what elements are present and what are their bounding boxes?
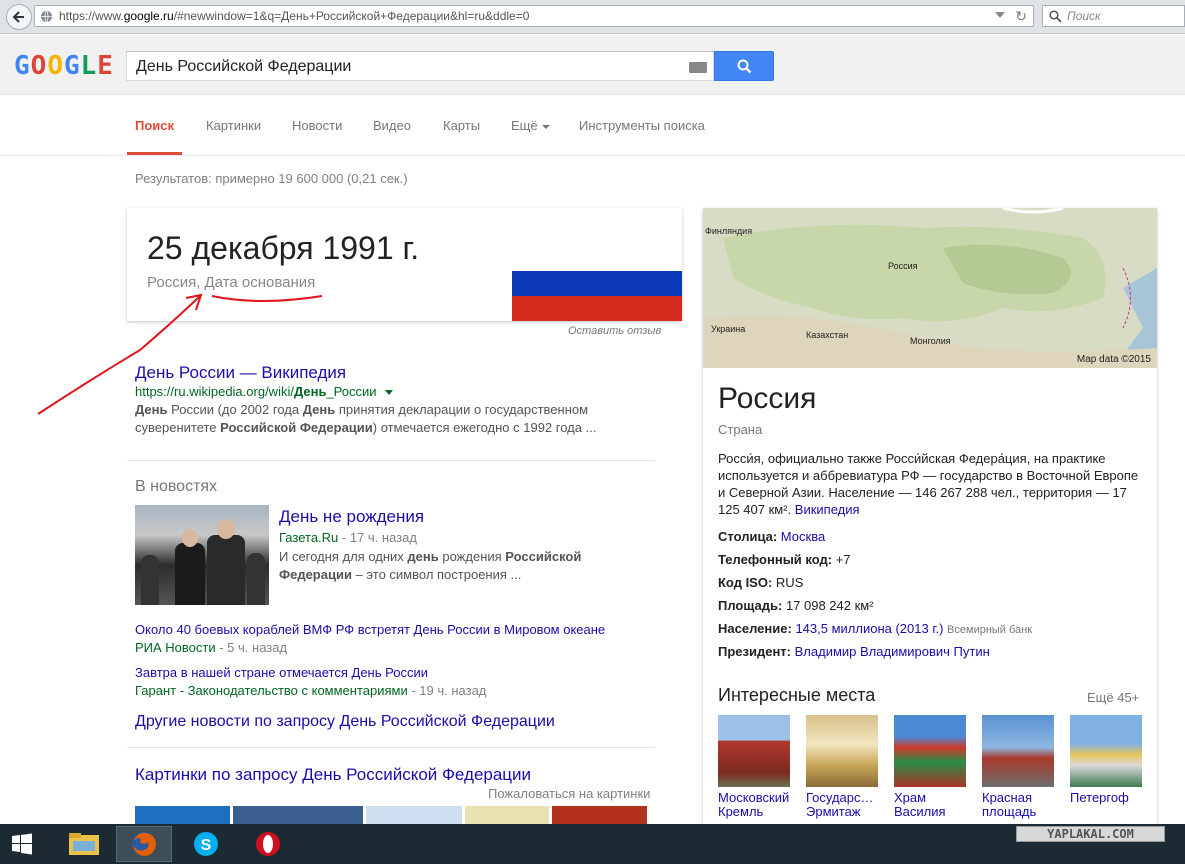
opera-icon bbox=[256, 832, 280, 856]
url-dropdown-icon[interactable] bbox=[995, 12, 1005, 18]
report-images-link[interactable]: Пожаловаться на картинки bbox=[488, 786, 650, 801]
place-card[interactable]: Петергоф bbox=[1070, 715, 1142, 805]
skype-icon: S bbox=[194, 832, 218, 856]
tab-more[interactable]: Ещё bbox=[511, 118, 550, 133]
image-thumbnail[interactable] bbox=[465, 806, 549, 824]
tab-search-tools[interactable]: Инструменты поиска bbox=[579, 118, 705, 133]
image-thumbnail[interactable] bbox=[366, 806, 462, 824]
search-button[interactable] bbox=[714, 51, 774, 81]
fact-row: Телефонный код: +7 bbox=[718, 552, 851, 567]
fact-row: Население: 143,5 миллиона (2013 г.) Всем… bbox=[718, 621, 1033, 636]
firefox-icon bbox=[132, 832, 156, 856]
search-placeholder: Поиск bbox=[1067, 9, 1101, 23]
divider bbox=[127, 747, 655, 748]
url-text: https://www.google.ru/#newwindow=1&q=Ден… bbox=[59, 9, 530, 23]
answer-card: 25 декабря 1991 г. Россия, Дата основани… bbox=[127, 208, 682, 321]
image-thumbnail[interactable] bbox=[135, 806, 230, 824]
russia-flag-image bbox=[512, 246, 682, 321]
watermark: YAPLAKAL.COM bbox=[1016, 826, 1165, 842]
globe-icon bbox=[41, 10, 52, 23]
back-button[interactable] bbox=[6, 4, 32, 30]
keyboard-icon[interactable] bbox=[689, 62, 707, 73]
place-card[interactable]: Храм Василия bbox=[894, 715, 966, 819]
folder-icon bbox=[69, 833, 99, 855]
place-card[interactable]: Государс… Эрмитаж bbox=[806, 715, 878, 819]
news-item-source: Гарант - Законодательство с комментариям… bbox=[135, 683, 487, 698]
magnifier-icon bbox=[1049, 10, 1062, 23]
result-title[interactable]: День России — Википедия bbox=[135, 363, 346, 383]
tab-news[interactable]: Новости bbox=[292, 118, 342, 133]
fact-row: Президент: Владимир Владимирович Путин bbox=[718, 644, 990, 659]
address-bar[interactable]: https://www.google.ru/#newwindow=1&q=Ден… bbox=[34, 5, 1034, 27]
map-attribution: Map data ©2015 bbox=[1076, 354, 1151, 365]
image-thumbnail[interactable] bbox=[233, 806, 363, 824]
result-stats: Результатов: примерно 19 600 000 (0,21 с… bbox=[135, 171, 408, 186]
fact-link[interactable]: Москва bbox=[781, 529, 825, 544]
more-news-link[interactable]: Другие новости по запросу День Российско… bbox=[135, 713, 555, 731]
result-snippet: День России (до 2002 года День принятия … bbox=[135, 402, 597, 435]
feedback-link[interactable]: Оставить отзыв bbox=[568, 325, 661, 337]
fact-row: Код ISO: RUS bbox=[718, 575, 804, 590]
taskbar-skype[interactable]: S bbox=[178, 826, 234, 862]
tab-more-label: Ещё bbox=[511, 118, 538, 133]
fact-row: Площадь: 17 098 242 км² bbox=[718, 598, 874, 613]
place-card[interactable]: Красная площадь bbox=[982, 715, 1054, 819]
entity-description: Росси́я, официально также Росси́йская Фе… bbox=[718, 451, 1139, 517]
taskbar-opera[interactable] bbox=[240, 826, 296, 862]
result-url: https://ru.wikipedia.org/wiki/День_Росси… bbox=[135, 384, 394, 399]
news-thumbnail[interactable] bbox=[135, 505, 269, 605]
map-image[interactable]: Финляндия Россия Украина Казахстан Монго… bbox=[703, 208, 1157, 368]
search-input[interactable]: День Российской Федерации bbox=[126, 51, 714, 81]
interesting-places-heading: Интересные места bbox=[718, 685, 876, 705]
entity-title: Россия bbox=[718, 382, 817, 415]
wikipedia-link[interactable]: Википедия bbox=[795, 502, 860, 517]
windows-icon bbox=[12, 833, 32, 855]
knowledge-panel: Финляндия Россия Украина Казахстан Монго… bbox=[703, 208, 1157, 828]
google-logo[interactable]: GOOGLE bbox=[14, 53, 114, 79]
windows-start-button[interactable] bbox=[0, 826, 44, 862]
tab-video[interactable]: Видео bbox=[373, 118, 411, 133]
answer-value: 25 декабря 1991 г. bbox=[147, 230, 420, 266]
reload-icon[interactable]: ↻ bbox=[1015, 8, 1027, 25]
taskbar-explorer[interactable] bbox=[56, 826, 112, 862]
news-top-title[interactable]: День не рождения bbox=[279, 507, 424, 527]
map-label: Казахстан bbox=[806, 330, 849, 340]
entity-type: Страна bbox=[718, 422, 763, 437]
fact-link[interactable]: Владимир Владимирович Путин bbox=[795, 644, 990, 659]
google-header: GOOGLE День Российской Федерации bbox=[0, 35, 1185, 95]
map-label: Финляндия bbox=[705, 226, 753, 236]
news-top-source: Газета.Ru - 17 ч. назад bbox=[279, 530, 417, 545]
map-label: Монголия bbox=[910, 336, 951, 346]
image-thumbnail[interactable] bbox=[552, 806, 647, 824]
news-item-title[interactable]: Около 40 боевых кораблей ВМФ РФ встретят… bbox=[135, 622, 605, 637]
news-heading: В новостях bbox=[135, 478, 218, 495]
taskbar: S bbox=[0, 824, 1185, 864]
news-item-title[interactable]: Завтра в нашей стране отмечается День Ро… bbox=[135, 665, 428, 680]
images-title[interactable]: Картинки по запросу День Российской Феде… bbox=[135, 765, 531, 785]
divider bbox=[127, 460, 655, 461]
map-label: Россия bbox=[888, 261, 918, 271]
search-icon bbox=[737, 59, 751, 73]
search-tabs: Поиск Картинки Новости Видео Карты Ещё И… bbox=[0, 96, 1185, 156]
tab-maps[interactable]: Карты bbox=[443, 118, 480, 133]
more-places-link[interactable]: Ещё 45+ bbox=[1087, 690, 1139, 705]
tab-search[interactable]: Поиск bbox=[135, 118, 174, 133]
url-menu-icon[interactable] bbox=[385, 390, 394, 396]
fact-row: Столица: Москва bbox=[718, 529, 826, 544]
place-card[interactable]: Московский Кремль bbox=[718, 715, 790, 819]
svg-text:S: S bbox=[201, 837, 212, 854]
map-label: Украина bbox=[711, 324, 746, 334]
caret-down-icon bbox=[541, 124, 550, 129]
tab-images[interactable]: Картинки bbox=[206, 118, 261, 133]
answer-subject[interactable]: Россия, Дата основания bbox=[147, 274, 315, 291]
fact-link[interactable]: 143,5 миллиона (2013 г.) bbox=[795, 621, 943, 636]
news-item-source: РИА Новости - 5 ч. назад bbox=[135, 640, 288, 655]
browser-search-field[interactable]: Поиск bbox=[1042, 5, 1185, 27]
news-top-snippet: И сегодня для одних день рождения Россий… bbox=[279, 549, 582, 582]
arrow-left-icon bbox=[12, 11, 24, 23]
browser-toolbar: https://www.google.ru/#newwindow=1&q=Ден… bbox=[0, 0, 1185, 34]
active-tab-indicator bbox=[127, 152, 182, 155]
taskbar-firefox[interactable] bbox=[116, 826, 172, 862]
search-query: День Российской Федерации bbox=[136, 58, 352, 75]
